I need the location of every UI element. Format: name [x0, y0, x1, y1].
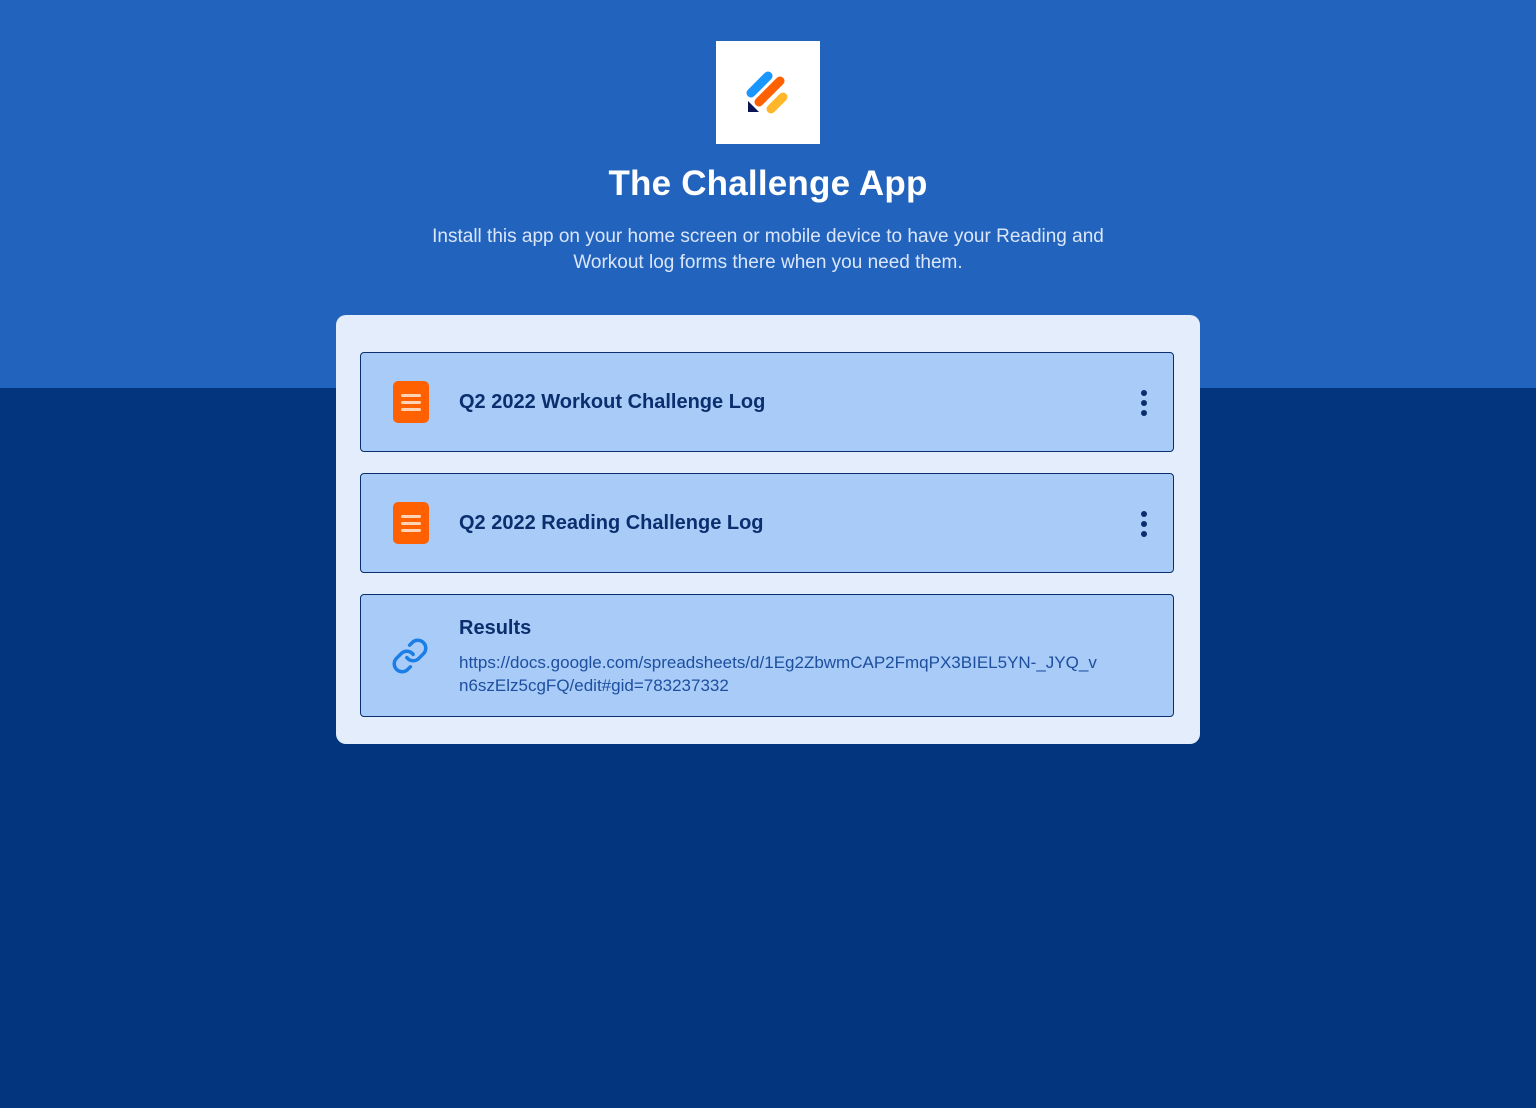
- form-item-workout[interactable]: Q2 2022 Workout Challenge Log: [360, 352, 1174, 452]
- more-vertical-icon[interactable]: [1129, 383, 1159, 423]
- link-item-results[interactable]: Results https://docs.google.com/spreadsh…: [360, 594, 1174, 717]
- app-title: The Challenge App: [608, 164, 928, 203]
- form-item-reading[interactable]: Q2 2022 Reading Challenge Log: [360, 473, 1174, 573]
- app-logo: [716, 41, 820, 144]
- form-icon: [393, 502, 429, 544]
- form-icon: [393, 381, 429, 423]
- app-logo-icon: [746, 71, 788, 113]
- link-icon: [392, 638, 428, 674]
- link-title: Results: [459, 617, 532, 639]
- link-url[interactable]: https://docs.google.com/spreadsheets/d/1…: [459, 651, 1099, 697]
- form-item-label: Q2 2022 Workout Challenge Log: [459, 390, 766, 413]
- more-vertical-icon[interactable]: [1129, 504, 1159, 544]
- app-items-panel: Q2 2022 Workout Challenge Log Q2 2022 Re…: [336, 315, 1200, 744]
- form-item-label: Q2 2022 Reading Challenge Log: [459, 511, 764, 534]
- app-description: Install this app on your home screen or …: [432, 226, 1104, 273]
